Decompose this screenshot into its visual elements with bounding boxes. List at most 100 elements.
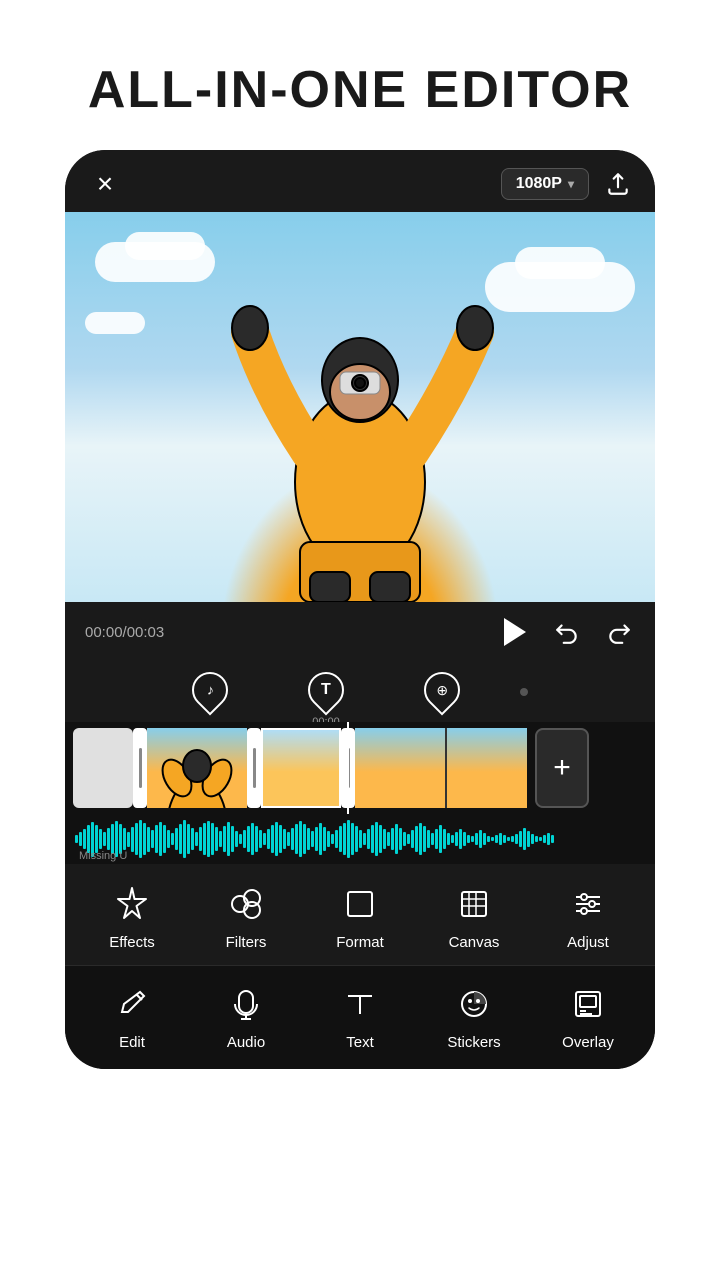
add-clip-button[interactable]: + <box>535 728 589 808</box>
waveform-bar <box>503 835 506 843</box>
clip-handle-middle[interactable] <box>247 728 261 808</box>
close-button[interactable]: × <box>89 168 121 200</box>
waveform-bar <box>319 823 322 855</box>
resolution-badge[interactable]: 1080P ▾ <box>501 168 589 200</box>
waveform-bar <box>311 831 314 847</box>
format-tool[interactable]: Format <box>320 882 400 951</box>
waveform-bar <box>159 822 162 856</box>
waveform-bar <box>443 829 446 849</box>
waveform-bar <box>375 822 378 856</box>
waveform-bar <box>247 826 250 852</box>
clip-frame-1[interactable] <box>147 728 247 808</box>
sticker-marker-icon: ⊕ <box>436 682 448 699</box>
waveform-bar <box>179 824 182 854</box>
undo-button[interactable] <box>551 616 583 648</box>
waveform-bar <box>435 829 438 849</box>
waveform-bar <box>99 829 102 849</box>
overlay-tool[interactable]: Overlay <box>548 982 628 1051</box>
waveform-bar <box>531 834 534 844</box>
waveform-bar <box>515 834 518 844</box>
chevron-down-icon: ▾ <box>568 177 574 191</box>
waveform-bar <box>255 826 258 852</box>
waveform-bar <box>287 832 290 846</box>
controls-right <box>495 614 635 650</box>
waveform-bar <box>279 825 282 853</box>
waveform-bar <box>291 828 294 850</box>
waveform-bar <box>407 834 410 844</box>
export-button[interactable] <box>605 171 631 197</box>
waveform-bar <box>415 826 418 852</box>
waveform-bar <box>511 836 514 842</box>
waveform-bar <box>351 823 354 855</box>
person-figure <box>220 232 500 602</box>
canvas-tool[interactable]: Canvas <box>434 882 514 951</box>
waveform-bar <box>431 833 434 845</box>
handle-line <box>139 748 142 788</box>
handle-line-middle <box>253 748 256 788</box>
text-tool[interactable]: Text <box>320 982 400 1051</box>
waveform-bar <box>499 833 502 845</box>
waveform-bar <box>491 837 494 841</box>
timeline-strip[interactable]: + <box>65 722 655 814</box>
overlay-icon <box>566 982 610 1026</box>
text-icon <box>338 982 382 1026</box>
waveform-bar <box>327 831 330 847</box>
clip-frame-selected[interactable] <box>261 728 341 808</box>
stickers-tool[interactable]: Stickers <box>434 982 514 1051</box>
waveform-bar <box>83 829 86 849</box>
effects-tool[interactable]: Effects <box>92 882 172 951</box>
waveform-bar <box>123 828 126 850</box>
waveform-bar <box>475 833 478 845</box>
cloud-4 <box>515 247 605 279</box>
text-label: Text <box>346 1034 374 1051</box>
waveform-bar <box>183 820 186 858</box>
waveform-bar <box>127 832 130 847</box>
edit-icon <box>110 982 154 1026</box>
waveform-bar <box>315 827 318 851</box>
play-button[interactable] <box>495 614 531 650</box>
waveform-bar <box>427 830 430 848</box>
waveform-bar <box>271 825 274 853</box>
adjust-tool[interactable]: Adjust <box>548 882 628 951</box>
sticker-marker[interactable]: ⊕ <box>424 672 460 712</box>
waveform-bar <box>459 829 462 849</box>
waveform-bar <box>371 825 374 853</box>
waveform-bar <box>259 830 262 848</box>
stickers-label: Stickers <box>447 1034 500 1051</box>
waveform-bar <box>403 832 406 846</box>
clip-frame-2[interactable] <box>355 728 445 808</box>
edit-tool[interactable]: Edit <box>92 982 172 1051</box>
waveform-bar <box>367 829 370 849</box>
music-marker-icon: ♪ <box>207 682 214 698</box>
waveform-bar <box>483 833 486 845</box>
waveform-bar <box>551 835 554 843</box>
text-marker-icon: T <box>321 681 331 699</box>
waveform-bar <box>379 825 382 853</box>
waveform-bar <box>519 831 522 847</box>
waveform-bar <box>171 833 174 845</box>
waveform-bar <box>219 831 222 847</box>
filters-tool[interactable]: Filters <box>206 882 286 951</box>
waveform-bar <box>299 821 302 857</box>
waveform-bar <box>147 827 150 852</box>
edit-label: Edit <box>119 1034 145 1051</box>
waveform-bar <box>439 825 442 853</box>
waveform-bar <box>215 827 218 851</box>
audio-tool[interactable]: Audio <box>206 982 286 1051</box>
waveform-bar <box>423 826 426 852</box>
redo-button[interactable] <box>603 616 635 648</box>
timeline-markers: ♪ T 00:00 ⊕ <box>65 662 655 722</box>
text-marker[interactable]: T 00:00 <box>308 672 344 712</box>
waveform-bar <box>359 830 362 848</box>
clip-frame-3[interactable] <box>447 728 527 808</box>
music-marker[interactable]: ♪ <box>192 672 228 712</box>
time-display: 00:00/00:03 <box>85 624 164 641</box>
waveform-bar <box>275 822 278 856</box>
clip-handle-left[interactable] <box>133 728 147 808</box>
waveform-bar <box>107 828 110 850</box>
waveform-bar <box>463 832 466 846</box>
waveform-bar <box>447 833 450 845</box>
waveform-bar <box>539 837 542 841</box>
waveform-bar <box>243 830 246 848</box>
waveform-bar <box>251 823 254 855</box>
